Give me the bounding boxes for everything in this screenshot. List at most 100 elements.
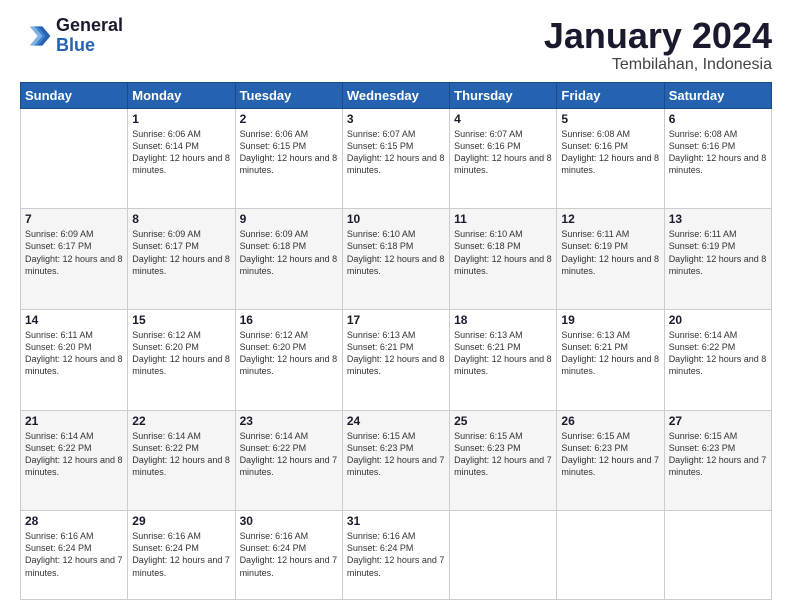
- daylight-label: Daylight: 12 hours and 8 minutes.: [132, 153, 230, 175]
- sunset-label: Sunset: 6:17 PM: [25, 241, 92, 251]
- day-number: 27: [669, 414, 767, 428]
- day-number: 8: [132, 212, 230, 226]
- sunset-label: Sunset: 6:21 PM: [454, 342, 521, 352]
- daylight-label: Daylight: 12 hours and 8 minutes.: [132, 254, 230, 276]
- sunset-label: Sunset: 6:16 PM: [669, 141, 736, 151]
- calendar-week-row: 14 Sunrise: 6:11 AM Sunset: 6:20 PM Dayl…: [21, 309, 772, 410]
- sunrise-label: Sunrise: 6:14 AM: [669, 330, 738, 340]
- daylight-label: Daylight: 12 hours and 7 minutes.: [454, 455, 552, 477]
- daylight-label: Daylight: 12 hours and 8 minutes.: [669, 354, 767, 376]
- daylight-label: Daylight: 12 hours and 8 minutes.: [132, 455, 230, 477]
- day-info: Sunrise: 6:14 AM Sunset: 6:22 PM Dayligh…: [669, 329, 767, 378]
- sunset-label: Sunset: 6:21 PM: [561, 342, 628, 352]
- sunrise-label: Sunrise: 6:14 AM: [25, 431, 94, 441]
- sunset-label: Sunset: 6:23 PM: [669, 443, 736, 453]
- calendar-cell: 26 Sunrise: 6:15 AM Sunset: 6:23 PM Dayl…: [557, 410, 664, 511]
- day-info: Sunrise: 6:15 AM Sunset: 6:23 PM Dayligh…: [561, 430, 659, 479]
- day-number: 13: [669, 212, 767, 226]
- day-info: Sunrise: 6:09 AM Sunset: 6:17 PM Dayligh…: [132, 228, 230, 277]
- sunset-label: Sunset: 6:24 PM: [132, 543, 199, 553]
- calendar-cell: 27 Sunrise: 6:15 AM Sunset: 6:23 PM Dayl…: [664, 410, 771, 511]
- calendar-cell: 9 Sunrise: 6:09 AM Sunset: 6:18 PM Dayli…: [235, 209, 342, 310]
- sunrise-label: Sunrise: 6:13 AM: [561, 330, 630, 340]
- calendar-cell: 8 Sunrise: 6:09 AM Sunset: 6:17 PM Dayli…: [128, 209, 235, 310]
- daylight-label: Daylight: 12 hours and 8 minutes.: [454, 354, 552, 376]
- sunset-label: Sunset: 6:18 PM: [347, 241, 414, 251]
- logo-line1: General: [56, 16, 123, 36]
- weekday-header: Tuesday: [235, 82, 342, 108]
- sunset-label: Sunset: 6:23 PM: [347, 443, 414, 453]
- daylight-label: Daylight: 12 hours and 7 minutes.: [240, 555, 338, 577]
- day-number: 1: [132, 112, 230, 126]
- weekday-header: Sunday: [21, 82, 128, 108]
- sunrise-label: Sunrise: 6:10 AM: [454, 229, 523, 239]
- weekday-header: Thursday: [450, 82, 557, 108]
- day-number: 20: [669, 313, 767, 327]
- sunrise-label: Sunrise: 6:14 AM: [132, 431, 201, 441]
- day-info: Sunrise: 6:11 AM Sunset: 6:19 PM Dayligh…: [561, 228, 659, 277]
- sunrise-label: Sunrise: 6:11 AM: [561, 229, 629, 239]
- title-block: January 2024 Tembilahan, Indonesia: [544, 16, 772, 74]
- daylight-label: Daylight: 12 hours and 7 minutes.: [240, 455, 338, 477]
- calendar-cell: 11 Sunrise: 6:10 AM Sunset: 6:18 PM Dayl…: [450, 209, 557, 310]
- daylight-label: Daylight: 12 hours and 8 minutes.: [347, 153, 445, 175]
- sunset-label: Sunset: 6:19 PM: [561, 241, 628, 251]
- calendar-week-row: 7 Sunrise: 6:09 AM Sunset: 6:17 PM Dayli…: [21, 209, 772, 310]
- calendar-cell: 21 Sunrise: 6:14 AM Sunset: 6:22 PM Dayl…: [21, 410, 128, 511]
- sunrise-label: Sunrise: 6:16 AM: [240, 531, 309, 541]
- calendar-cell: 29 Sunrise: 6:16 AM Sunset: 6:24 PM Dayl…: [128, 511, 235, 600]
- calendar-cell: 5 Sunrise: 6:08 AM Sunset: 6:16 PM Dayli…: [557, 108, 664, 209]
- daylight-label: Daylight: 12 hours and 7 minutes.: [25, 555, 123, 577]
- sunrise-label: Sunrise: 6:14 AM: [240, 431, 309, 441]
- daylight-label: Daylight: 12 hours and 8 minutes.: [669, 153, 767, 175]
- calendar-cell: 24 Sunrise: 6:15 AM Sunset: 6:23 PM Dayl…: [342, 410, 449, 511]
- calendar-cell: 2 Sunrise: 6:06 AM Sunset: 6:15 PM Dayli…: [235, 108, 342, 209]
- sunrise-label: Sunrise: 6:15 AM: [561, 431, 630, 441]
- day-number: 21: [25, 414, 123, 428]
- sunrise-label: Sunrise: 6:09 AM: [25, 229, 94, 239]
- sunset-label: Sunset: 6:23 PM: [561, 443, 628, 453]
- sunrise-label: Sunrise: 6:07 AM: [454, 129, 523, 139]
- logo-icon: [20, 20, 52, 52]
- calendar-cell: [21, 108, 128, 209]
- sunrise-label: Sunrise: 6:15 AM: [347, 431, 416, 441]
- calendar-cell: 14 Sunrise: 6:11 AM Sunset: 6:20 PM Dayl…: [21, 309, 128, 410]
- sunrise-label: Sunrise: 6:13 AM: [454, 330, 523, 340]
- sunrise-label: Sunrise: 6:12 AM: [132, 330, 201, 340]
- day-number: 2: [240, 112, 338, 126]
- daylight-label: Daylight: 12 hours and 8 minutes.: [347, 254, 445, 276]
- day-info: Sunrise: 6:08 AM Sunset: 6:16 PM Dayligh…: [669, 128, 767, 177]
- day-info: Sunrise: 6:09 AM Sunset: 6:17 PM Dayligh…: [25, 228, 123, 277]
- day-number: 15: [132, 313, 230, 327]
- daylight-label: Daylight: 12 hours and 7 minutes.: [561, 455, 659, 477]
- day-number: 25: [454, 414, 552, 428]
- sunset-label: Sunset: 6:22 PM: [669, 342, 736, 352]
- day-number: 10: [347, 212, 445, 226]
- calendar-week-row: 28 Sunrise: 6:16 AM Sunset: 6:24 PM Dayl…: [21, 511, 772, 600]
- sunset-label: Sunset: 6:19 PM: [669, 241, 736, 251]
- day-info: Sunrise: 6:06 AM Sunset: 6:15 PM Dayligh…: [240, 128, 338, 177]
- sunset-label: Sunset: 6:16 PM: [561, 141, 628, 151]
- logo-line2: Blue: [56, 36, 123, 56]
- sunrise-label: Sunrise: 6:15 AM: [454, 431, 523, 441]
- day-number: 29: [132, 514, 230, 528]
- sunset-label: Sunset: 6:16 PM: [454, 141, 521, 151]
- day-info: Sunrise: 6:13 AM Sunset: 6:21 PM Dayligh…: [561, 329, 659, 378]
- logo-text: General Blue: [56, 16, 123, 56]
- daylight-label: Daylight: 12 hours and 8 minutes.: [561, 153, 659, 175]
- calendar-cell: 6 Sunrise: 6:08 AM Sunset: 6:16 PM Dayli…: [664, 108, 771, 209]
- day-info: Sunrise: 6:16 AM Sunset: 6:24 PM Dayligh…: [240, 530, 338, 579]
- header: General Blue January 2024 Tembilahan, In…: [20, 16, 772, 74]
- sunrise-label: Sunrise: 6:08 AM: [561, 129, 630, 139]
- main-title: January 2024: [544, 16, 772, 56]
- day-number: 30: [240, 514, 338, 528]
- sunrise-label: Sunrise: 6:16 AM: [132, 531, 201, 541]
- daylight-label: Daylight: 12 hours and 8 minutes.: [132, 354, 230, 376]
- calendar-cell: 12 Sunrise: 6:11 AM Sunset: 6:19 PM Dayl…: [557, 209, 664, 310]
- weekday-header: Monday: [128, 82, 235, 108]
- day-info: Sunrise: 6:12 AM Sunset: 6:20 PM Dayligh…: [240, 329, 338, 378]
- calendar-cell: 23 Sunrise: 6:14 AM Sunset: 6:22 PM Dayl…: [235, 410, 342, 511]
- sunset-label: Sunset: 6:22 PM: [132, 443, 199, 453]
- day-number: 28: [25, 514, 123, 528]
- day-info: Sunrise: 6:07 AM Sunset: 6:15 PM Dayligh…: [347, 128, 445, 177]
